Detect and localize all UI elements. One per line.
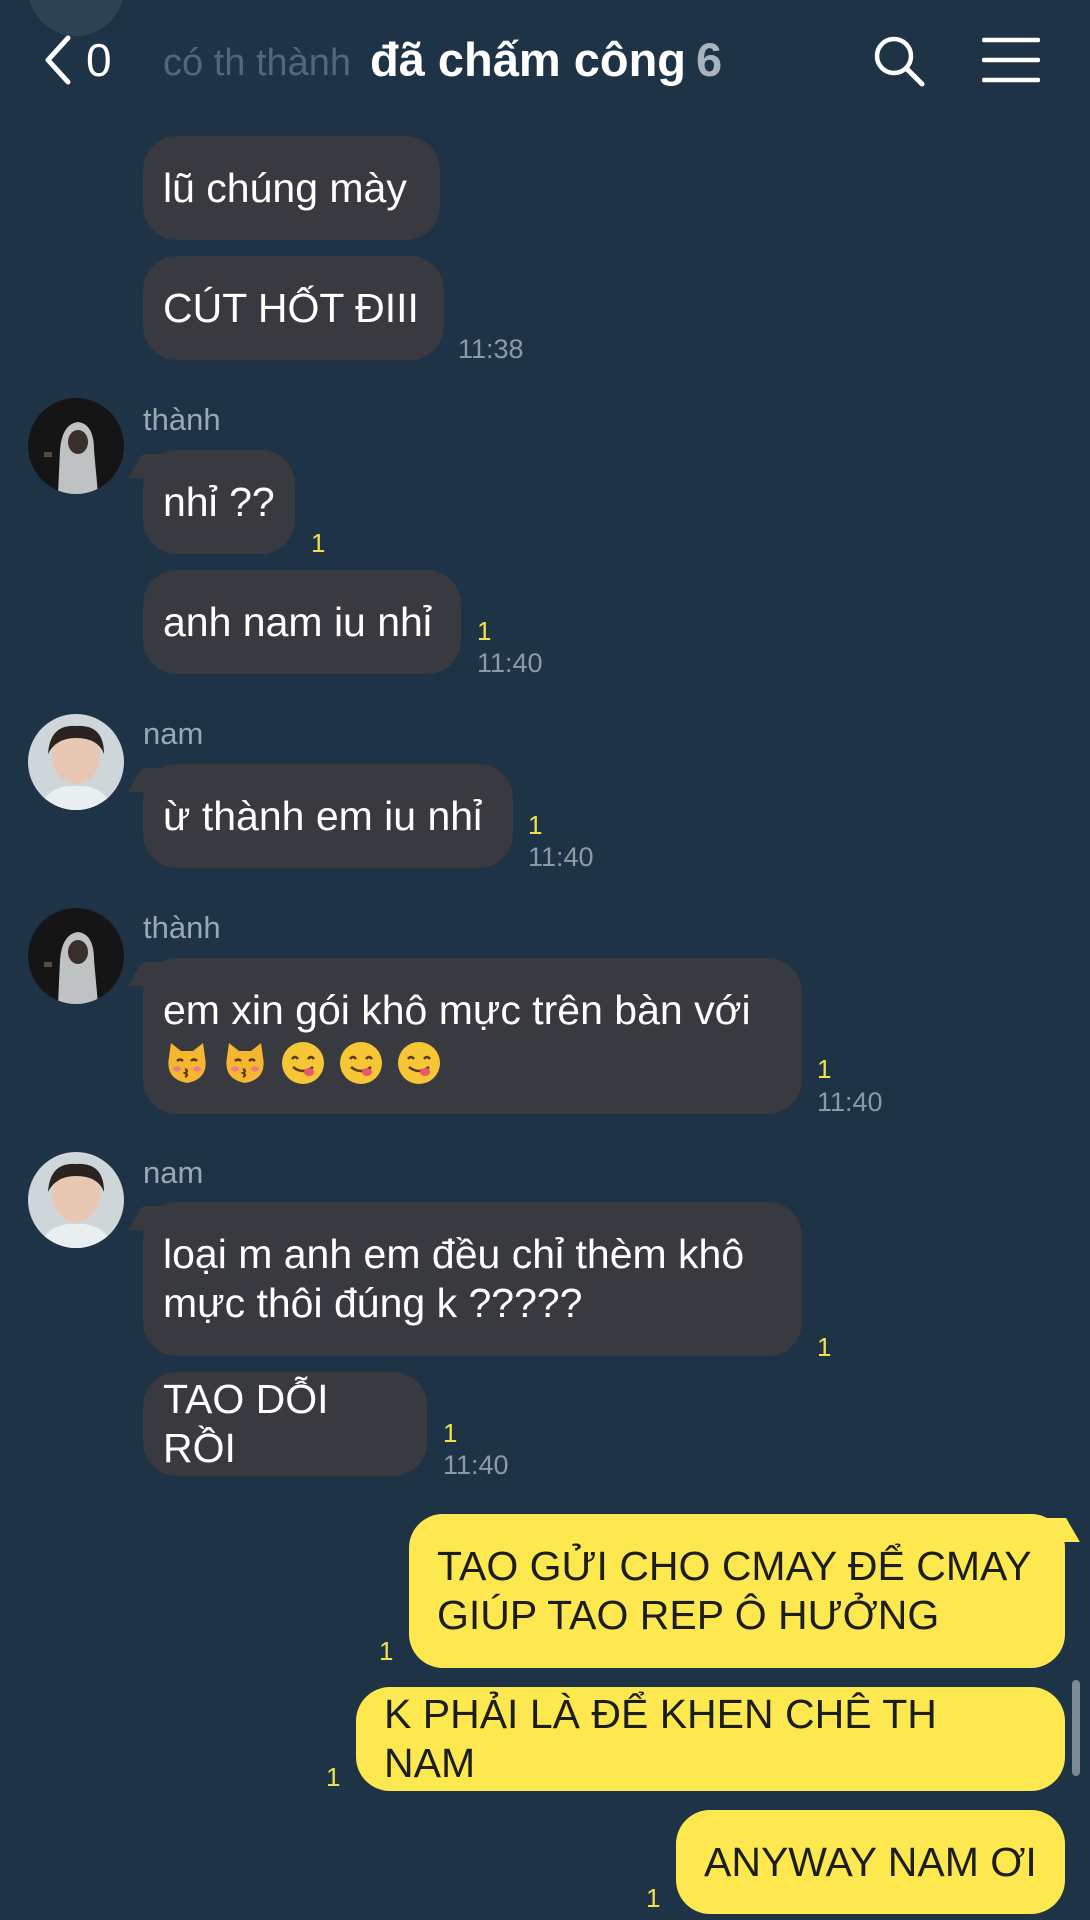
message-bubble[interactable]: ừ thành em iu nhỉ	[143, 764, 513, 868]
search-icon[interactable]	[872, 34, 926, 88]
unread-count: 0	[86, 34, 112, 86]
sender-name: thành	[143, 402, 221, 437]
message-time: 11:40	[817, 1087, 883, 1117]
avatar-nam[interactable]	[28, 714, 124, 810]
read-count: 1	[379, 1636, 394, 1666]
kissing-cat-emoji	[168, 1042, 206, 1083]
avatar-thanh-image	[28, 398, 124, 494]
kissing-cat-emoji	[226, 1042, 264, 1083]
message-text: em xin gói khô mực trên bàn với	[163, 986, 751, 1033]
chat-header: có th thành 0 đã chấm công 6	[0, 0, 1090, 125]
message-text: CÚT HỐT ĐIII	[163, 284, 419, 331]
yum-emoji	[340, 1041, 382, 1084]
menu-icon[interactable]	[982, 36, 1040, 84]
my-message-bubble[interactable]: TAO GỬI CHO CMAY ĐỂ CMAY GIÚP TAO REP Ô …	[409, 1514, 1065, 1668]
avatar-nam-image	[28, 714, 124, 810]
member-count: 6	[696, 33, 723, 86]
avatar-thanh[interactable]	[28, 908, 124, 1004]
message-text: lũ chúng mày	[163, 164, 407, 211]
sender-name: thành	[143, 910, 221, 945]
read-count: 1	[817, 1332, 832, 1362]
yum-emoji	[398, 1041, 440, 1084]
read-count: 1	[443, 1418, 458, 1448]
read-count: 1	[817, 1054, 832, 1084]
message-text: nhỉ ??	[163, 478, 275, 525]
read-count: 1	[326, 1762, 341, 1792]
message-bubble[interactable]: CÚT HỐT ĐIII	[143, 256, 444, 360]
chat-title-text: đã chấm công	[370, 33, 687, 86]
message-text-line: TAO GỬI CHO CMAY ĐỂ CMAY	[437, 1543, 1032, 1589]
message-time: 11:38	[458, 334, 524, 364]
message-bubble[interactable]: anh nam iu nhỉ	[143, 570, 461, 674]
message-time: 11:40	[477, 648, 543, 678]
message-text-line: loại m anh em đều chỉ thèm khô	[163, 1231, 745, 1277]
message-text: ANYWAY NAM ƠI	[704, 1838, 1037, 1885]
read-count: 1	[528, 810, 543, 840]
avatar-thanh-image	[28, 908, 124, 1004]
chevron-left-icon	[45, 35, 71, 85]
sender-name: nam	[143, 1155, 204, 1190]
message-text-line: GIÚP TAO REP Ô HƯỞNG	[437, 1592, 940, 1638]
message-text: anh nam iu nhỉ	[163, 598, 432, 645]
message-text: K PHẢI LÀ ĐỂ KHEN CHÊ TH NAM	[384, 1691, 937, 1786]
yum-emoji	[282, 1041, 324, 1084]
message-bubble[interactable]: loại m anh em đều chỉ thèm khô mực thôi …	[143, 1202, 802, 1356]
scrollbar[interactable]	[1072, 1680, 1080, 1776]
message-time: 11:40	[443, 1450, 509, 1480]
avatar-nam[interactable]	[28, 1152, 124, 1248]
message-bubble[interactable]: lũ chúng mày	[143, 136, 440, 240]
chat-title[interactable]: đã chấm công 6	[370, 32, 722, 87]
sender-name: nam	[143, 716, 204, 751]
read-count: 1	[646, 1883, 661, 1913]
avatar-thanh[interactable]	[28, 398, 124, 494]
read-count: 1	[311, 528, 326, 558]
back-button[interactable]: 0	[40, 30, 130, 90]
message-text: ừ thành em iu nhỉ	[163, 792, 483, 839]
emoji-row	[163, 1039, 782, 1087]
message-text-line: mực thôi đúng k ?????	[163, 1280, 583, 1326]
my-message-bubble[interactable]: K PHẢI LÀ ĐỂ KHEN CHÊ TH NAM	[356, 1687, 1065, 1791]
my-message-bubble[interactable]: ANYWAY NAM ƠI	[676, 1810, 1065, 1914]
message-text: TAO DỖI RỒI	[163, 1376, 329, 1471]
avatar-nam-image	[28, 1152, 124, 1248]
read-count: 1	[477, 616, 492, 646]
message-time: 11:40	[528, 842, 594, 872]
message-bubble[interactable]: nhỉ ??	[143, 450, 295, 554]
message-bubble[interactable]: TAO DỖI RỒI	[143, 1372, 427, 1476]
message-bubble[interactable]: em xin gói khô mực trên bàn với	[143, 958, 802, 1114]
scrolled-message-preview: có th thành	[163, 42, 352, 84]
